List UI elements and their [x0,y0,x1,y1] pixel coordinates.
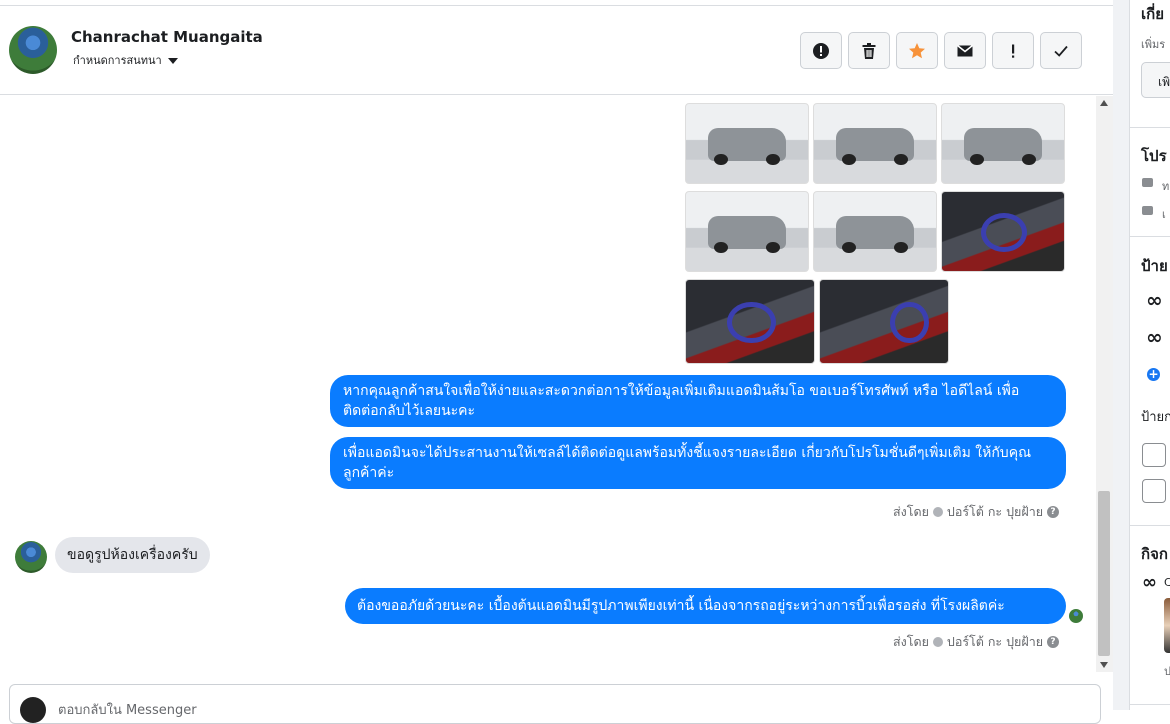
help-icon[interactable]: ? [1047,506,1060,518]
labels-subheading: ป้ายก [1141,410,1170,425]
message-scrollbar[interactable] [1096,96,1113,672]
report-button[interactable] [800,32,842,69]
profile-item: ท [1162,180,1170,193]
photo-attachment[interactable] [819,279,949,364]
label-checkbox[interactable] [1142,479,1166,503]
page-avatar [20,697,46,723]
checkmark-circle-icon [932,637,943,647]
caret-down-icon [167,57,178,64]
assign-conversation-dropdown[interactable]: กำหนดการสนทนา [73,51,178,69]
photo-attachment[interactable] [685,191,809,272]
mark-unread-button[interactable] [944,32,986,69]
panel-heading-profile: โปร [1141,147,1167,165]
meta-logo-icon: ∞ [1146,288,1163,312]
sender-name[interactable]: ปอร์โต้ กะ ปุยฝ้าย [947,632,1043,652]
divider [1130,127,1170,128]
add-details-label: เพิ [1158,75,1170,89]
photo-attachment[interactable] [941,103,1065,184]
photo-attachment[interactable] [813,191,937,272]
assign-label: กำหนดการสนทนา [73,54,162,67]
scroll-down-arrow-icon[interactable] [1100,662,1108,668]
mark-done-button[interactable] [1040,32,1082,69]
add-label-icon[interactable]: + [1147,368,1160,381]
divider [1130,704,1170,705]
conversation-pane: Chanrachat Muangaita กำหนดการสนทนา หากคุ… [0,0,1113,724]
label-checkbox[interactable] [1142,443,1166,467]
sender-name[interactable]: ปอร์โต้ กะ ปุยฝ้าย [947,502,1043,522]
activity-item: C [1164,576,1170,589]
panel-heading-about: เกี่ย [1141,5,1164,23]
contact-avatar[interactable] [9,26,57,74]
conversation-header: Chanrachat Muangaita กำหนดการสนทนา [0,6,1113,95]
scroll-thumb[interactable] [1098,491,1110,656]
photo-attachment[interactable] [685,279,815,364]
activity-thumbnail[interactable] [1164,598,1170,653]
reply-composer[interactable]: ตอบกลับใน Messenger [9,684,1101,724]
outgoing-message[interactable]: หากคุณลูกค้าสนใจเพื่อให้ง่ายและสะดวกต่อก… [330,375,1066,427]
checkmark-circle-icon [932,507,943,517]
contact-details-panel: เกี่ย เพิ่มร เพิ โปร ท เ ป้าย ∞ ∞ + ป้าย… [1129,0,1170,710]
contact-avatar-small [15,541,47,573]
profile-item: เ [1162,208,1166,221]
sent-by-prefix: ส่งโดย [893,504,929,519]
panel-heading-activity: กิจก [1141,545,1168,563]
scroll-up-arrow-icon[interactable] [1100,100,1108,106]
education-icon [1142,206,1153,215]
photo-attachment[interactable] [941,191,1065,272]
panel-gutter [1113,0,1129,710]
seen-avatar [1069,609,1083,623]
panel-heading-labels: ป้าย [1141,257,1168,275]
message-list[interactable]: หากคุณลูกค้าสนใจเพื่อให้ง่ายและสะดวกต่อก… [0,96,1096,672]
meta-logo-icon: ∞ [1142,572,1157,593]
sent-by-prefix: ส่งโดย [893,634,929,649]
header-actions [800,32,1082,69]
add-details-button[interactable]: เพิ [1141,62,1170,98]
photo-attachment[interactable] [813,103,937,184]
trash-icon [862,42,876,59]
sent-by-label: ส่งโดย ปอร์โต้ กะ ปุยฝ้าย ? [893,502,1060,522]
follow-up-button[interactable] [992,32,1034,69]
contact-name[interactable]: Chanrachat Muangaita [71,28,263,46]
divider [1130,525,1170,526]
help-icon[interactable]: ? [1047,636,1060,648]
delete-button[interactable] [848,32,890,69]
exclamation-circle-icon [813,42,829,59]
outgoing-message[interactable]: ต้องขออภัยด้วยนะคะ เบื้องต้นแอดมินมีรูปภ… [345,588,1066,624]
divider [1130,236,1170,237]
sent-by-label: ส่งโดย ปอร์โต้ กะ ปุยฝ้าย ? [893,632,1060,652]
envelope-icon [957,44,973,56]
star-icon [909,42,925,58]
photo-attachment[interactable] [685,103,809,184]
outgoing-message[interactable]: เพื่อแอดมินจะได้ประสานงานให้เซลล์ได้ติดต… [330,437,1066,489]
exclamation-icon [1012,44,1015,58]
meta-logo-icon: ∞ [1146,325,1163,349]
work-icon [1142,178,1153,187]
activity-caption: ป [1164,662,1170,680]
star-button[interactable] [896,32,938,69]
incoming-message[interactable]: ขอดูรูปห้องเครื่องครับ [55,537,210,573]
check-icon [1054,45,1068,57]
panel-subtext: เพิ่มร [1141,38,1166,51]
